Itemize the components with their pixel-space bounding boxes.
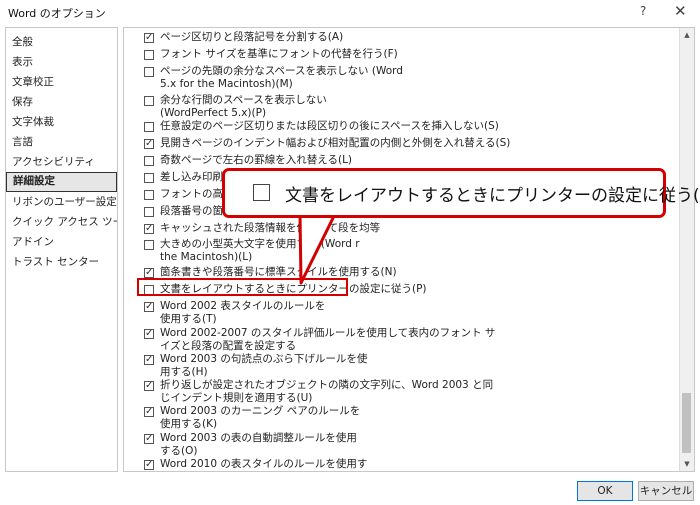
cancel-button[interactable]: キャンセル <box>638 481 694 501</box>
callout-zoom: 文書をレイアウトするときにプリンターの設定に従う(P) <box>222 168 700 218</box>
callout-label: 文書をレイアウトするときにプリンターの設定に従う(P) <box>285 186 700 206</box>
callout-pointer <box>298 212 337 285</box>
ok-button[interactable]: OK <box>577 481 633 501</box>
callout-checkbox <box>253 184 270 201</box>
